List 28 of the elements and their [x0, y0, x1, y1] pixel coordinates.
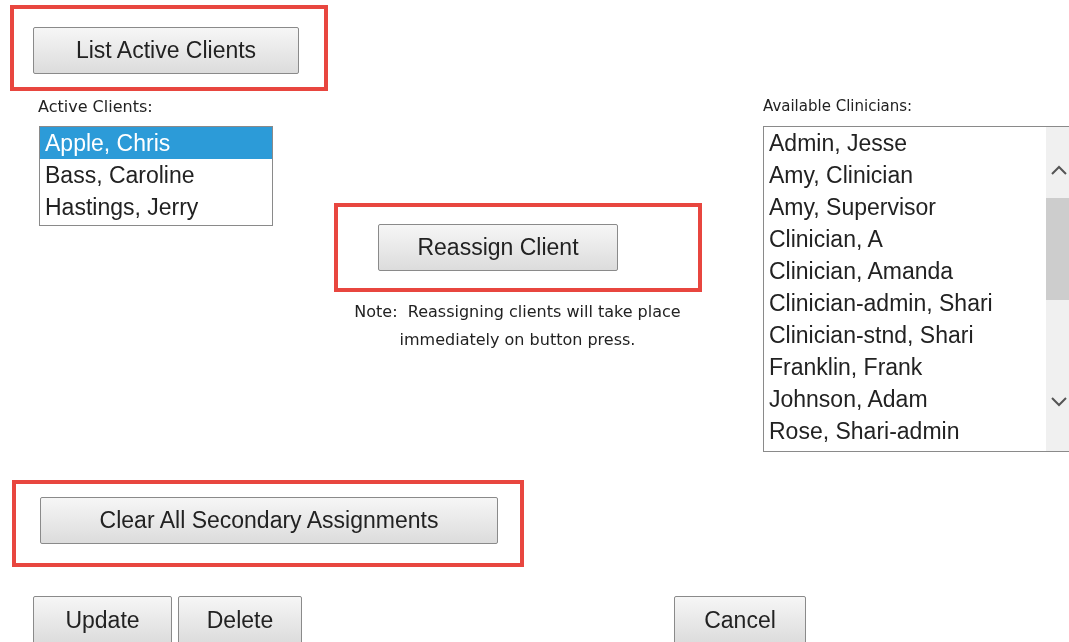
clear-assignments-button[interactable]: Clear All Secondary Assignments — [40, 497, 498, 544]
form-button[interactable]: Delete — [178, 596, 302, 642]
clinician-option[interactable]: Clinician-admin, Shari — [764, 287, 1046, 319]
available-clinicians-listbox[interactable]: Admin, Jesse Amy, Clinician Amy, Supervisor Clinician, A Clinician, Amanda Clinician-admin, Shari Clinician-stnd, Shari Franklin, Frank Johnson, Adam Rose, Shari-admin — [763, 126, 1069, 452]
client-option[interactable]: Bass, Caroline — [40, 159, 272, 191]
clinician-option[interactable]: Franklin, Frank — [764, 351, 1046, 383]
clinician-option[interactable]: Johnson, Adam — [764, 383, 1046, 415]
reassign-client-button[interactable]: Reassign Client — [378, 224, 618, 271]
scroll-down-icon[interactable] — [1051, 397, 1067, 407]
note-text: immediately on button press. — [399, 329, 636, 351]
client-option[interactable]: Hastings, Jerry — [40, 191, 272, 223]
clinician-option[interactable]: Amy, Clinician — [764, 159, 1046, 191]
note-text: Note: Reassigning clients will take place — [354, 301, 681, 323]
form-button[interactable]: Cancel — [674, 596, 806, 642]
clinician-option[interactable]: Clinician, Amanda — [764, 255, 1046, 287]
scrollbar[interactable] — [1046, 127, 1069, 451]
clinician-option[interactable]: Clinician-stnd, Shari — [764, 319, 1046, 351]
available-clinicians-label: Available Clinicians: — [763, 96, 914, 117]
clinician-option[interactable]: Rose, Shari-admin — [764, 415, 1046, 447]
scrollbar-thumb[interactable] — [1046, 198, 1069, 300]
clinician-option[interactable]: Amy, Supervisor — [764, 191, 1046, 223]
active-clients-label: Active Clients: — [38, 96, 154, 118]
clinician-option[interactable]: Admin, Jesse — [764, 127, 1046, 159]
scroll-up-icon[interactable] — [1051, 165, 1067, 175]
list-active-clients-button[interactable]: List Active Clients — [33, 27, 299, 74]
clinician-option[interactable]: Clinician, A — [764, 223, 1046, 255]
active-clients-listbox[interactable]: Apple, Chris Bass, Caroline Hastings, Jerry — [39, 126, 273, 226]
form-button[interactable]: Update — [33, 596, 172, 642]
